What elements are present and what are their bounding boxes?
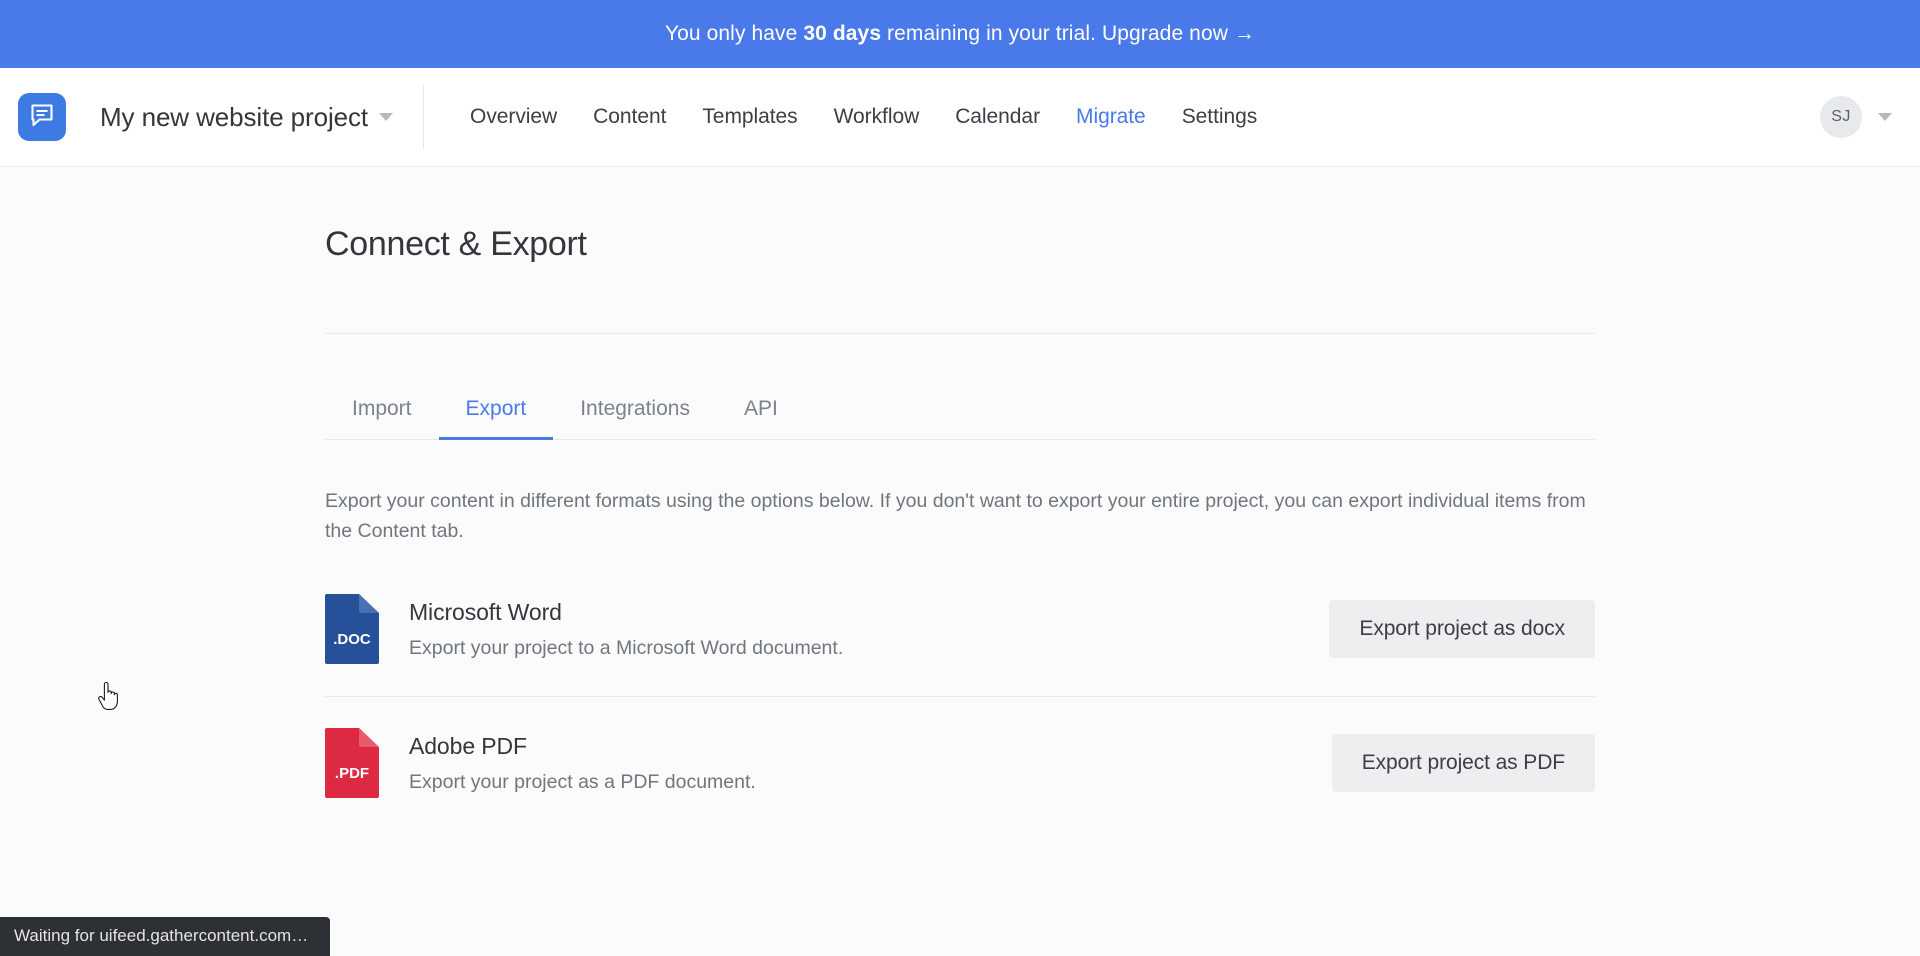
nav-item-workflow[interactable]: Workflow [816,105,938,129]
page-title: Connect & Export [325,225,587,263]
svg-text:.PDF: .PDF [335,765,369,782]
mouse-cursor-pointer-icon [96,681,122,712]
export-option-description: Export your project as a PDF document. [409,770,756,793]
export-option-name: Microsoft Word [409,598,562,625]
trial-days-remaining: 30 days [803,22,882,45]
export-option-description: Export your project to a Microsoft Word … [409,636,844,659]
export-pdf-button[interactable]: Export project as PDF [1331,734,1595,793]
nav-item-migrate[interactable]: Migrate [1058,105,1164,129]
trial-banner-text: You only have 30 days remaining in your … [665,22,1255,46]
tab-api[interactable]: API [717,397,805,440]
export-description: Export your content in different formats… [325,490,1586,542]
chevron-down-icon [1878,113,1892,121]
document-bubble-icon [28,101,56,134]
trial-banner-suffix: remaining in your trial. [881,22,1102,45]
trial-banner: You only have 30 days remaining in your … [0,0,1920,68]
svg-text:.DOC: .DOC [333,631,371,648]
upgrade-now-link[interactable]: Upgrade now → [1102,22,1255,45]
page-body: Connect & Export Import Export Integrati… [0,167,1920,956]
header-divider [423,85,425,149]
project-switcher[interactable]: My new website project [100,101,394,133]
tab-export[interactable]: Export [438,397,554,440]
nav-item-overview[interactable]: Overview [452,105,575,129]
title-divider [325,333,1595,334]
export-option-row: .PDF Adobe PDF Export your project as a … [325,696,1595,830]
main-nav: Overview Content Templates Workflow Cale… [452,105,1275,129]
export-option-name: Adobe PDF [409,732,527,759]
nav-item-settings[interactable]: Settings [1164,105,1275,129]
trial-banner-prefix: You only have [664,22,804,45]
export-option-info: Microsoft Word Export your project to a … [409,599,1329,660]
nav-item-calendar[interactable]: Calendar [937,105,1058,129]
brand-logo[interactable] [18,93,66,141]
export-tabs: Import Export Integrations API [325,397,1595,440]
nav-item-templates[interactable]: Templates [684,105,815,129]
export-docx-button[interactable]: Export project as docx [1329,600,1595,659]
user-menu[interactable]: SJ [1820,96,1892,138]
project-name: My new website project [100,101,369,132]
tab-integrations[interactable]: Integrations [553,397,717,440]
avatar: SJ [1820,96,1862,138]
top-header: My new website project Overview Content … [0,68,1920,167]
export-option-info: Adobe PDF Export your project as a PDF d… [409,733,1332,794]
chevron-down-icon [379,113,394,121]
tab-import[interactable]: Import [325,397,439,440]
content-container: Connect & Export Import Export Integrati… [325,167,1595,830]
doc-file-icon: .DOC [325,594,379,665]
export-option-row: .DOC Microsoft Word Export your project … [325,563,1595,696]
pdf-file-icon: .PDF [325,728,379,799]
nav-item-content[interactable]: Content [575,105,684,129]
browser-status-bar: Waiting for uifeed.gathercontent.com… [0,917,331,956]
